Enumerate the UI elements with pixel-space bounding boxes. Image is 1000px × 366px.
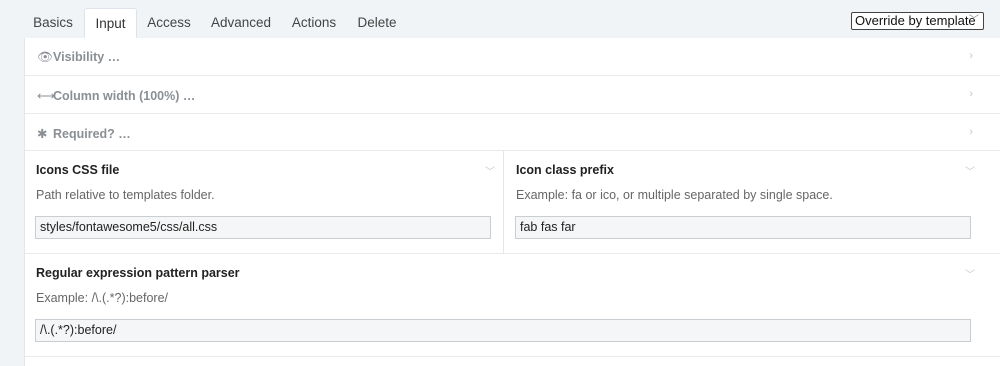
chevron-down-icon[interactable]: ﹀ [965, 266, 975, 281]
settings-panel: 👁Visibility … › ⟷Column width (100%) … ›… [24, 38, 1000, 366]
required-label: Required? … [53, 127, 131, 141]
icon-prefix-help: Example: fa or ico, or multiple separate… [516, 188, 833, 202]
regex-title: Regular expression pattern parser [36, 266, 240, 280]
chevron-right-icon: › [969, 50, 973, 62]
icons-fields-row: Icons CSS file ﹀ Path relative to templa… [25, 151, 1000, 254]
required-row[interactable]: ✱ Required? … › [25, 114, 1000, 151]
visibility-row[interactable]: 👁Visibility … › [25, 38, 1000, 76]
chevron-right-icon: › [969, 88, 973, 100]
chevron-down-icon[interactable]: ﹀ [965, 163, 975, 178]
column-divider [503, 151, 504, 253]
icon-prefix-title: Icon class prefix [516, 163, 614, 177]
icons-css-input[interactable]: styles/fontawesome5/css/all.css [35, 216, 491, 239]
tab-access[interactable]: Access [140, 8, 198, 38]
eye-icon: 👁 [37, 50, 53, 64]
chevron-down-icon[interactable]: ﹀ [485, 163, 495, 178]
column-width-label: Column width (100%) … [53, 89, 196, 103]
icons-css-title: Icons CSS file [36, 163, 120, 177]
visibility-label: Visibility … [53, 50, 121, 64]
chevron-right-icon: › [969, 126, 973, 138]
column-width-label-wrap: ⟷Column width (100%) … [37, 88, 195, 103]
arrows-horizontal-icon: ⟷ [37, 89, 55, 103]
tab-input[interactable]: Input [84, 8, 137, 38]
tab-basics[interactable]: Basics [22, 8, 84, 38]
regex-help: Example: /\.(.*?):before/ [36, 291, 169, 305]
visibility-label-wrap: 👁Visibility … [37, 50, 120, 65]
override-select-value: Override by template [855, 13, 976, 28]
regex-field-row: Regular expression pattern parser ﹀ Exam… [25, 254, 1000, 357]
tab-delete[interactable]: Delete [350, 8, 404, 38]
required-label-wrap: ✱ Required? … [37, 126, 131, 141]
tab-advanced[interactable]: Advanced [204, 8, 278, 38]
chevron-down-icon: ﹀ [969, 15, 979, 26]
regex-input[interactable]: /\.(.*?):before/ [35, 319, 971, 342]
asterisk-icon: ✱ [37, 127, 48, 141]
column-width-row[interactable]: ⟷Column width (100%) … › [25, 76, 1000, 114]
override-template-select[interactable]: Override by template ﹀ [851, 12, 984, 30]
icons-css-help: Path relative to templates folder. [36, 188, 215, 202]
tab-actions[interactable]: Actions [284, 8, 344, 38]
tab-bar: Basics Input Access Advanced Actions Del… [0, 0, 1000, 38]
icon-prefix-input[interactable]: fab fas far [515, 216, 971, 239]
